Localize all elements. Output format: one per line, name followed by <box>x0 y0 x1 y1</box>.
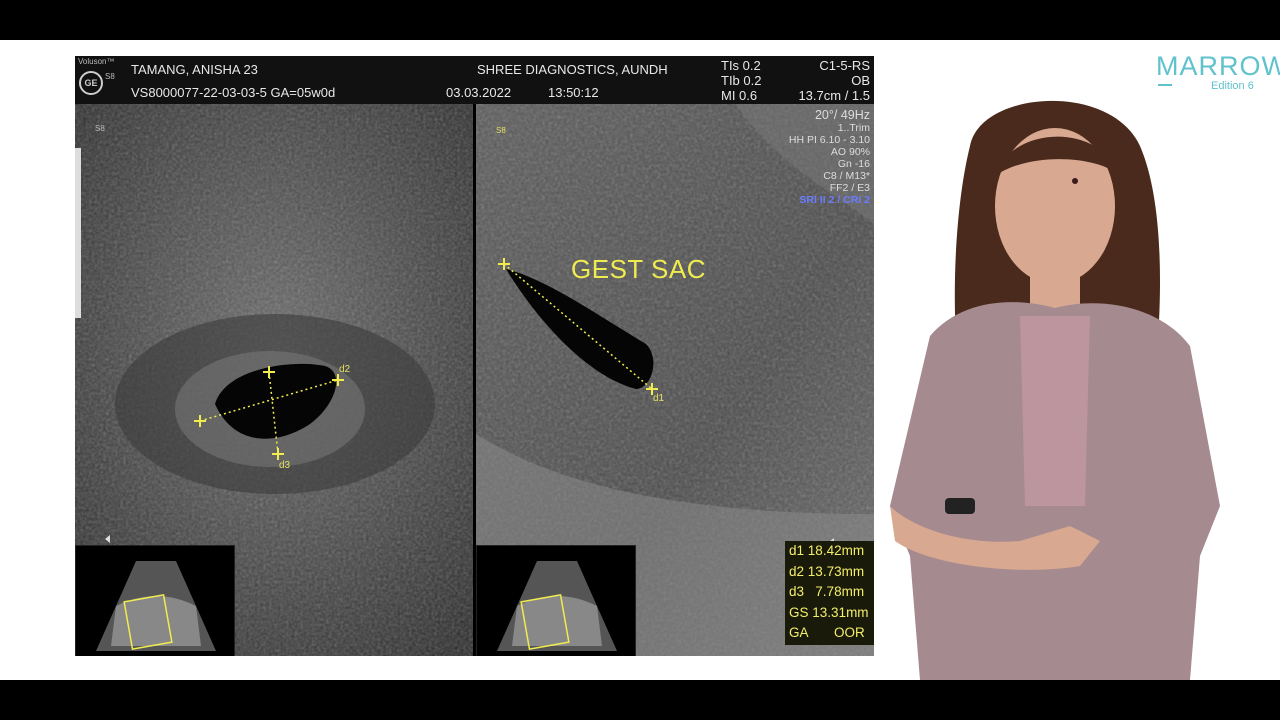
marrow-logo: MARROW <box>1156 51 1280 81</box>
measurement-row: d1 18.42mm <box>789 543 865 558</box>
tib-value: TIb 0.2 <box>721 73 762 88</box>
measurement-row: d2 13.73mm <box>789 563 865 579</box>
scanner-parameters: 20°/ 49Hz 1..Trim HH PI 6.10 - 3.10 AO 9… <box>789 108 870 206</box>
param-line: AO 90% <box>830 146 870 158</box>
param-line: HH PI 6.10 - 3.10 <box>788 134 870 146</box>
clinic-name: SHREE DIAGNOSTICS, AUNDH <box>477 62 668 77</box>
caliper-label-d3: d3 <box>279 460 291 471</box>
frequency-angle: 20°/ 49Hz <box>814 108 870 122</box>
param-line: 1..Trim <box>837 122 870 134</box>
exam-time: 13:50:12 <box>548 85 599 100</box>
measurement-row: GS 13.31mm <box>789 604 869 620</box>
exam-date: 03.03.2022 <box>446 85 512 100</box>
measurement-row: GA OOR <box>789 625 865 640</box>
left-scan-panel: S8 d2 d3 <box>75 104 473 656</box>
param-line: FF2 / E3 <box>829 182 870 194</box>
ge-logo-icon: GE <box>79 71 103 95</box>
left-voluson-mark: S8 <box>95 124 105 133</box>
gest-sac-annotation: GEST SAC <box>571 254 707 284</box>
presenter-image <box>890 100 1220 680</box>
probe-name: C1-5-RS <box>819 58 870 73</box>
right-reference-thumbnail <box>476 545 636 656</box>
ultrasound-frame: Voluson™ GE S8 TAMANG, ANISHA 23 VS80000… <box>75 56 874 656</box>
right-voluson-mark: S8 <box>496 126 506 135</box>
param-line-highlight: SRI II 2 / CRI 2 <box>799 194 870 206</box>
mi-value: MI 0.6 <box>721 88 758 103</box>
left-reference-thumbnail <box>75 545 235 656</box>
tis-value: TIs 0.2 <box>721 58 761 73</box>
scanner-model: S8 <box>105 72 115 81</box>
measurement-box: d1 18.42mm d2 13.73mm d3 7.78mm GS 13.31… <box>785 541 874 645</box>
exam-mode: OB <box>851 73 870 88</box>
voluson-logo-text: Voluson™ <box>78 57 115 66</box>
scanner-header: Voluson™ GE S8 TAMANG, ANISHA 23 VS80000… <box>75 56 874 104</box>
param-line: Gn -16 <box>837 158 870 170</box>
exam-id: VS8000077-22-03-03-5 GA=05w0d <box>131 85 336 100</box>
depth-value: 13.7cm / 1.5 <box>798 88 870 103</box>
caliper-label-d1: d1 <box>653 393 665 404</box>
param-line: C8 / M13* <box>823 170 870 182</box>
patient-name: TAMANG, ANISHA 23 <box>131 62 258 77</box>
caliper-label-d2: d2 <box>339 364 351 375</box>
measurement-row: d3 7.78mm <box>789 584 865 599</box>
